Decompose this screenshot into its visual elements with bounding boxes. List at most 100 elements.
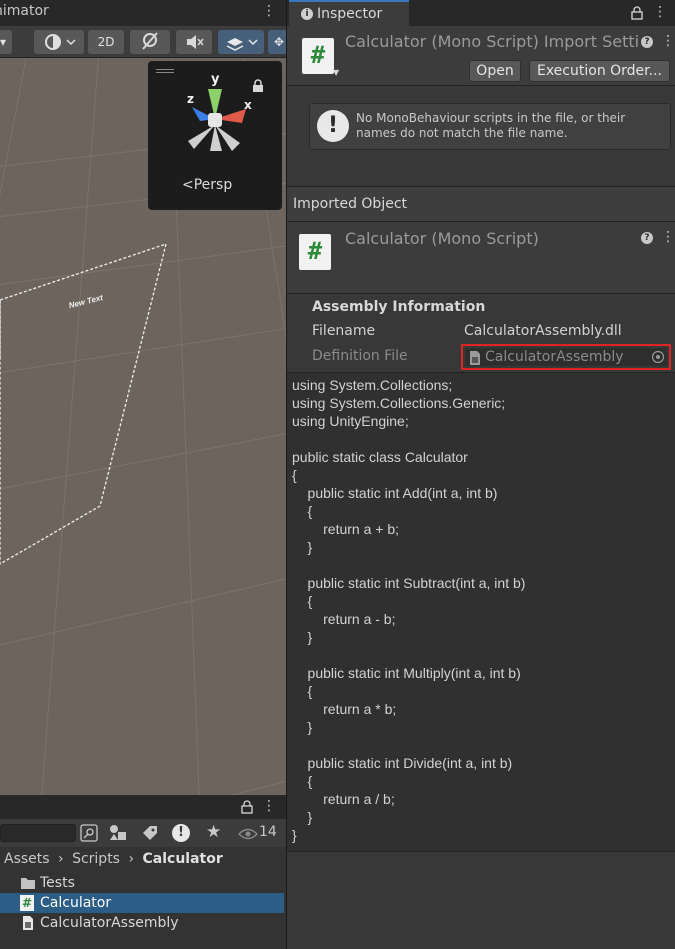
- code-line: {: [292, 593, 313, 609]
- code-line: }: [292, 539, 313, 555]
- effects-toggle-button[interactable]: [218, 30, 264, 54]
- code-line: using System.Collections;: [292, 377, 453, 393]
- code-line: {: [292, 467, 297, 483]
- list-item-label: Tests: [40, 875, 75, 891]
- filter-by-type-icon[interactable]: [108, 824, 128, 842]
- definition-file-inner: CalculatorAssembly: [465, 348, 667, 366]
- filename-value: CalculatorAssembly.dll: [464, 323, 622, 339]
- tab-inspector[interactable]: i Inspector: [289, 0, 409, 26]
- open-button[interactable]: Open: [469, 60, 521, 82]
- projection-toggle[interactable]: <Persp: [182, 177, 232, 193]
- help-icon[interactable]: ?: [641, 232, 653, 244]
- chevron-left-icon: <: [182, 177, 194, 193]
- tab-inspector-label: Inspector: [317, 6, 383, 22]
- layers-effects-icon: [226, 38, 258, 51]
- chevron-right-icon: ›: [58, 851, 64, 867]
- speaker-muted-icon: [187, 35, 204, 49]
- object-picker-icon[interactable]: [651, 350, 665, 364]
- code-line: }: [292, 629, 313, 645]
- scene-menu-icon[interactable]: ⋮: [262, 4, 276, 18]
- list-item-label: Calculator: [40, 895, 112, 911]
- warning-icon: !: [317, 110, 349, 142]
- folder-icon: [21, 878, 35, 889]
- definition-file-label: Definition File: [312, 348, 408, 364]
- info-icon: i: [301, 8, 313, 20]
- csharp-script-icon: #: [299, 234, 331, 270]
- code-line: return a / b;: [292, 791, 395, 807]
- help-icon[interactable]: ?: [641, 36, 653, 48]
- axis-x-label: x: [244, 98, 252, 112]
- new-text-label: New Text: [68, 293, 104, 310]
- imported-object-header: Imported Object: [287, 186, 675, 222]
- inspector-tab-bar: i Inspector ⋮: [287, 0, 675, 26]
- inspector-header-title: Calculator (Mono Script) Import Setti: [345, 32, 640, 51]
- list-item-calculatorassembly[interactable]: CalculatorAssembly: [0, 913, 284, 933]
- component-menu-icon[interactable]: ⋮: [661, 34, 675, 48]
- component-menu-icon[interactable]: ⋮: [661, 230, 675, 244]
- code-line: using UnityEngine;: [292, 413, 409, 429]
- chevron-down-icon[interactable]: ▼: [333, 68, 339, 77]
- list-item-label: CalculatorAssembly: [40, 915, 179, 931]
- assembly-definition-icon: [23, 916, 33, 930]
- 2d-toggle-button[interactable]: 2D: [88, 30, 124, 54]
- code-line: public static class Calculator: [292, 449, 468, 465]
- warning-helpbox: ! No MonoBehaviour scripts in the file, …: [309, 103, 671, 150]
- assembly-info-heading: Assembly Information: [312, 299, 486, 315]
- code-line: public static int Add(int a, int b): [292, 485, 498, 501]
- orientation-gizmo[interactable]: y x z <Persp: [148, 61, 282, 210]
- code-line: public static int Multiply(int a, int b): [292, 665, 521, 681]
- shading-sphere-icon: [45, 34, 76, 50]
- lighting-toggle-button[interactable]: [130, 30, 170, 54]
- mono-script-header: # Calculator (Mono Script) ? ⋮: [287, 222, 675, 294]
- script-preview: using System.Collections; using System.Co…: [287, 372, 675, 852]
- code-line: public static int Subtract(int a, int b): [292, 575, 526, 591]
- inspector-menu-icon[interactable]: ⋮: [653, 5, 667, 19]
- project-menu-icon[interactable]: ⋮: [262, 799, 276, 813]
- audio-toggle-button[interactable]: [176, 30, 212, 54]
- list-item-tests[interactable]: Tests: [0, 873, 284, 893]
- search-window-icon[interactable]: [80, 824, 98, 842]
- csharp-script-icon: #: [20, 895, 34, 911]
- csharp-script-icon: #: [302, 38, 334, 74]
- project-toolbar: ! ★ 14: [0, 819, 286, 847]
- code-line: return a * b;: [292, 701, 397, 717]
- imported-object-label: Imported Object: [293, 196, 408, 212]
- lock-icon[interactable]: [241, 800, 253, 814]
- list-item-calculator[interactable]: # Calculator: [0, 893, 284, 913]
- definition-file-field[interactable]: CalculatorAssembly: [461, 344, 671, 370]
- code-line: }: [292, 827, 297, 843]
- hidden-packages-eye-icon[interactable]: [238, 827, 258, 841]
- chevron-right-icon: ›: [128, 851, 135, 867]
- execution-order-button[interactable]: Execution Order...: [529, 60, 670, 82]
- left-pane: nimator ⋮ ▾ 2D: [0, 0, 290, 949]
- project-browser: Assets › Scripts › Calculator Tests # Ca…: [0, 847, 286, 949]
- shading-mode-button[interactable]: [34, 30, 84, 54]
- tab-animator[interactable]: nimator: [0, 3, 49, 19]
- project-search-input[interactable]: [0, 824, 76, 842]
- inspector-pane: i Inspector ⋮ # ▼ Calculator (Mono Scrip…: [286, 0, 675, 949]
- code-line: }: [292, 809, 313, 825]
- toolbar-dropdown-button[interactable]: ▾: [0, 30, 12, 54]
- code-line: {: [292, 773, 313, 789]
- filename-label: Filename: [312, 323, 376, 339]
- axis-z-label: z: [187, 92, 194, 106]
- breadcrumb-calculator[interactable]: Calculator: [143, 851, 223, 867]
- lock-icon[interactable]: [631, 6, 643, 20]
- breadcrumb-assets[interactable]: Assets: [4, 851, 50, 867]
- code-line: using System.Collections.Generic;: [292, 395, 506, 411]
- assembly-definition-icon: [470, 351, 480, 365]
- warning-filter-icon[interactable]: !: [172, 824, 190, 842]
- code-line: }: [292, 719, 313, 735]
- breadcrumb-scripts[interactable]: Scripts: [72, 851, 120, 867]
- code-line: return a - b;: [292, 611, 396, 627]
- import-settings-header: # ▼ Calculator (Mono Script) Import Sett…: [287, 26, 675, 86]
- favorites-star-icon[interactable]: ★: [206, 822, 221, 842]
- scene-tab-bar: nimator ⋮: [0, 0, 286, 26]
- warning-message: No MonoBehaviour scripts in the file, or…: [356, 111, 626, 140]
- code-line: return a + b;: [292, 521, 399, 537]
- filter-by-label-icon[interactable]: [142, 825, 158, 841]
- axis-gizmo-icon: y x z: [187, 72, 252, 151]
- hidden-packages-count: 14: [259, 824, 277, 840]
- projection-label: Persp: [193, 177, 233, 193]
- code-line: public static int Divide(int a, int b): [292, 755, 513, 771]
